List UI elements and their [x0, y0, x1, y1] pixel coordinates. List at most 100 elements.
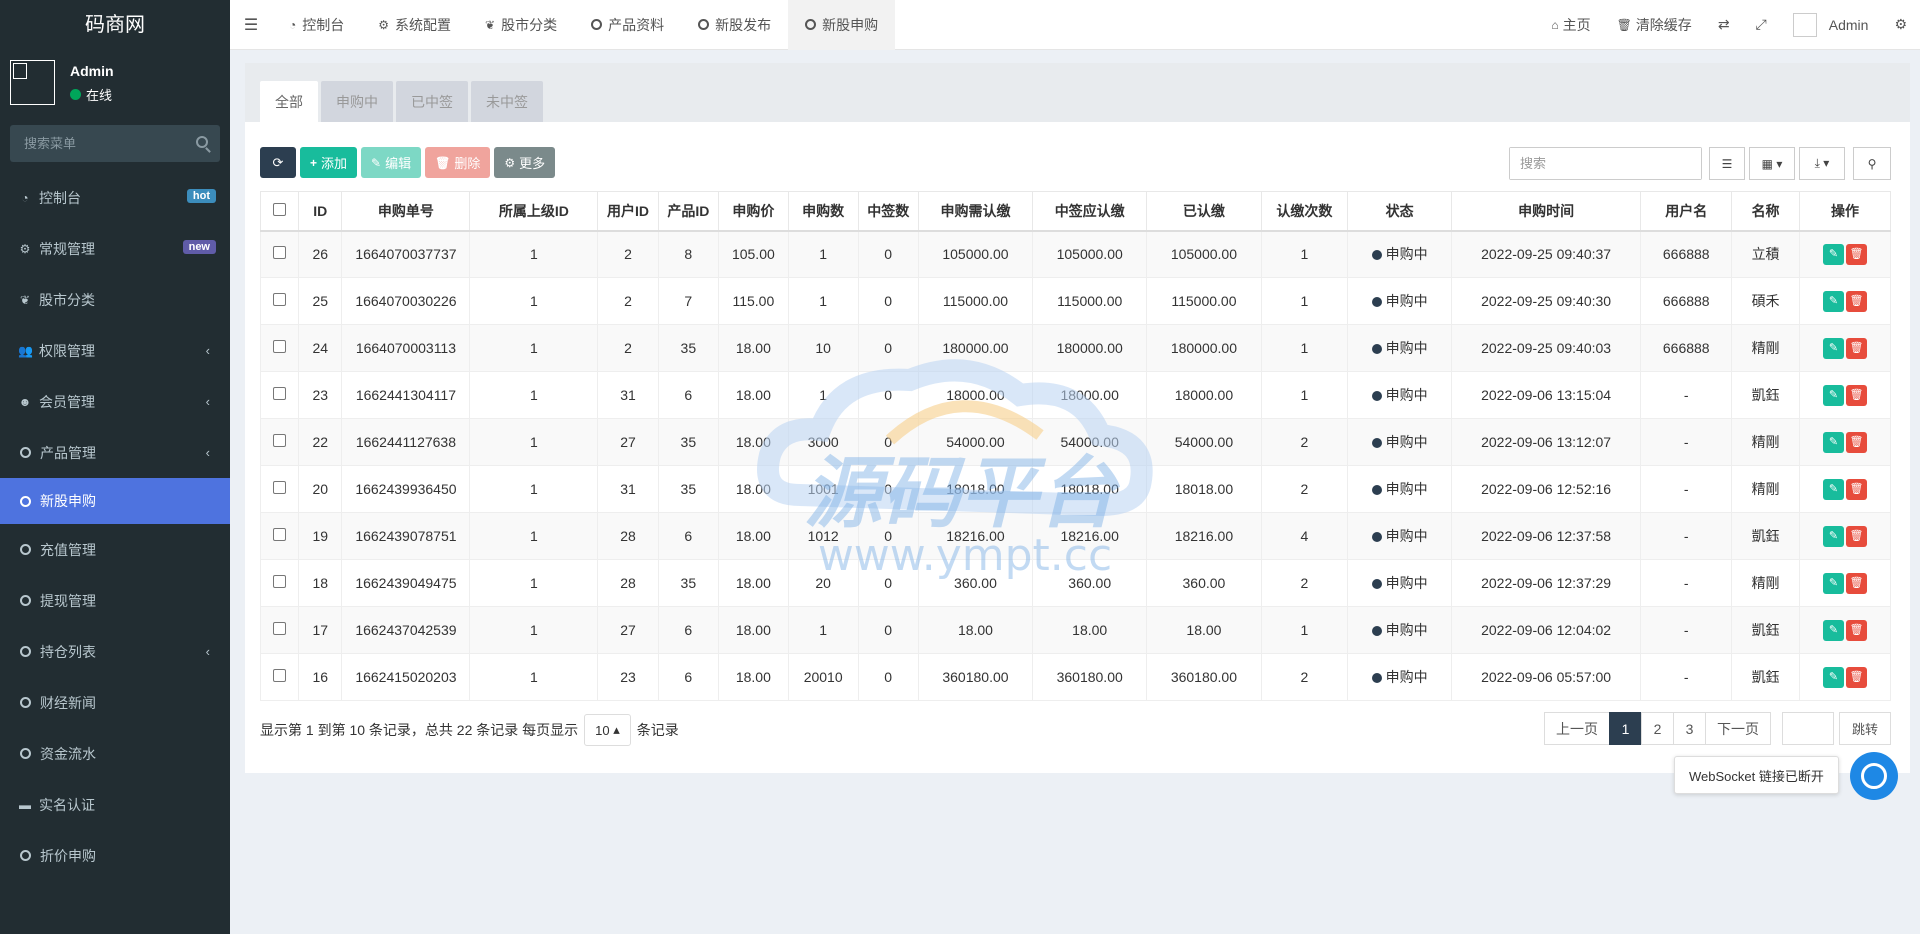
row-checkbox[interactable] — [273, 528, 287, 541]
columns-button[interactable]: ▦ ▾ — [1749, 147, 1795, 180]
admin-menu[interactable]: Admin — [1780, 12, 1882, 37]
header-tab-0[interactable]: ◔ 控制台 — [272, 0, 361, 50]
table-row[interactable]: 16 1662415020203 1 23 6 18.00 20010 0 360180.00 3… — [259, 653, 1892, 701]
row-delete-button[interactable]: 🗑 — [1845, 384, 1867, 406]
sidebar-search-input[interactable] — [10, 125, 220, 162]
sidebar-item-6[interactable]: 新股申购 — [0, 478, 230, 524]
status-tab-0[interactable]: 全部 — [260, 81, 318, 122]
export-button[interactable]: ⤓ ▾ — [1799, 147, 1845, 180]
column-header[interactable]: 用户ID — [597, 191, 659, 232]
column-header[interactable]: 申购需认缴 — [917, 191, 1034, 232]
column-header[interactable]: 申购时间 — [1450, 191, 1642, 232]
column-header[interactable]: 已认缴 — [1146, 191, 1262, 232]
row-checkbox[interactable] — [273, 622, 287, 635]
row-edit-button[interactable]: ✎ — [1822, 525, 1844, 547]
row-edit-button[interactable]: ✎ — [1822, 619, 1844, 641]
column-header[interactable]: 申购数 — [787, 191, 859, 232]
sidebar-item-9[interactable]: 持仓列表 ‹ — [0, 626, 230, 677]
sidebar-item-11[interactable]: 资金流水 — [0, 728, 230, 779]
column-header[interactable]: 中签应认缴 — [1032, 191, 1148, 232]
sidebar-item-13[interactable]: 折价申购 — [0, 830, 230, 881]
column-header[interactable]: ID — [298, 191, 343, 232]
translate-icon[interactable]: ⇄ — [1705, 16, 1743, 33]
edit-button[interactable]: ✎ 编辑 — [361, 147, 422, 178]
row-edit-button[interactable]: ✎ — [1822, 431, 1844, 453]
sidebar-item-12[interactable]: ▬ 实名认证 — [0, 779, 230, 830]
delete-button[interactable]: 🗑 删除 — [425, 147, 491, 178]
header-tab-5[interactable]: 新股申购 — [788, 0, 896, 50]
row-edit-button[interactable]: ✎ — [1822, 666, 1844, 688]
row-edit-button[interactable]: ✎ — [1822, 243, 1844, 265]
row-checkbox[interactable] — [273, 387, 287, 400]
table-search-input[interactable] — [1510, 148, 1701, 179]
app-logo[interactable]: 码商网 — [0, 0, 230, 50]
table-row[interactable]: 17 1662437042539 1 27 6 18.00 1 0 18.00 18.00 18.0… — [259, 606, 1892, 654]
sidebar-item-7[interactable]: 充值管理 — [0, 524, 230, 575]
settings-gear-icon[interactable]: ⚙ — [1881, 16, 1920, 33]
refresh-button[interactable]: ⟳ — [260, 147, 296, 178]
column-header[interactable]: 状态 — [1347, 191, 1452, 232]
sidebar-item-0[interactable]: ◔ 控制台 hot — [0, 172, 230, 223]
sidebar-item-1[interactable]: ⚙ 常规管理 new — [0, 223, 230, 274]
next-page-button[interactable]: 下一页 — [1705, 712, 1771, 745]
sidebar-item-3[interactable]: 👥 权限管理 ‹ — [0, 325, 230, 376]
fullscreen-icon[interactable]: ⤢ — [1743, 16, 1780, 33]
row-delete-button[interactable]: 🗑 — [1845, 525, 1867, 547]
column-header[interactable]: 名称 — [1731, 191, 1800, 232]
jump-button[interactable]: 跳转 — [1839, 712, 1891, 745]
page-size-select[interactable]: 10 ▴ — [584, 714, 631, 746]
search-icon[interactable] — [196, 136, 208, 148]
more-button[interactable]: ⚙ 更多 — [494, 147, 556, 178]
chat-bubble-icon[interactable] — [1850, 752, 1898, 800]
row-edit-button[interactable]: ✎ — [1822, 572, 1844, 594]
status-tab-1[interactable]: 申购中 — [321, 81, 393, 122]
prev-page-button[interactable]: 上一页 — [1544, 712, 1610, 745]
status-tab-3[interactable]: 未中签 — [471, 81, 543, 122]
table-row[interactable]: 20 1662439936450 1 31 35 18.00 1001 0 18018.00 18… — [259, 465, 1892, 513]
sidebar-item-2[interactable]: ❦ 股市分类 — [0, 274, 230, 325]
page-button-1[interactable]: 1 — [1609, 712, 1642, 745]
header-tab-1[interactable]: ⚙ 系统配置 — [361, 0, 468, 50]
sidebar-item-10[interactable]: 财经新闻 — [0, 677, 230, 728]
advanced-search-button[interactable]: ⚲ — [1853, 147, 1891, 180]
toggle-view-button[interactable]: ☰ — [1709, 147, 1745, 180]
row-delete-button[interactable]: 🗑 — [1845, 666, 1867, 688]
column-header[interactable]: 所属上级ID — [469, 191, 599, 232]
clear-cache-link[interactable]: 🗑 清除缓存 — [1604, 15, 1705, 35]
row-delete-button[interactable]: 🗑 — [1845, 243, 1867, 265]
header-tab-2[interactable]: ❦ 股市分类 — [468, 0, 574, 50]
row-checkbox[interactable] — [273, 246, 287, 260]
status-tab-2[interactable]: 已中签 — [396, 81, 468, 122]
row-checkbox[interactable] — [273, 481, 287, 494]
row-delete-button[interactable]: 🗑 — [1845, 619, 1867, 641]
row-delete-button[interactable]: 🗑 — [1845, 431, 1867, 453]
column-header[interactable]: 申购单号 — [341, 191, 471, 232]
row-edit-button[interactable]: ✎ — [1822, 478, 1844, 500]
header-tab-4[interactable]: 新股发布 — [681, 0, 788, 50]
page-button-2[interactable]: 2 — [1641, 712, 1674, 745]
table-row[interactable]: 23 1662441304117 1 31 6 18.00 1 0 18000.00 18000.… — [259, 371, 1892, 419]
table-row[interactable]: 25 1664070030226 1 2 7 115.00 1 0 115000.00 11500… — [259, 277, 1892, 325]
row-delete-button[interactable]: 🗑 — [1845, 572, 1867, 594]
jump-page-input[interactable] — [1782, 712, 1834, 745]
select-all-header[interactable] — [259, 191, 300, 232]
row-checkbox[interactable] — [273, 669, 287, 682]
table-row[interactable]: 24 1664070003113 1 2 35 18.00 10 0 180000.00 1800… — [259, 324, 1892, 372]
page-button-3[interactable]: 3 — [1673, 712, 1706, 745]
row-checkbox[interactable] — [273, 340, 287, 353]
row-checkbox[interactable] — [273, 575, 287, 588]
sidebar-item-8[interactable]: 提现管理 — [0, 575, 230, 626]
row-edit-button[interactable]: ✎ — [1822, 337, 1844, 359]
header-tab-3[interactable]: 产品资料 — [574, 0, 681, 50]
table-row[interactable]: 22 1662441127638 1 27 35 18.00 3000 0 54000.00 54… — [259, 418, 1892, 466]
sidebar-item-4[interactable]: ☻ 会员管理 ‹ — [0, 376, 230, 427]
table-row[interactable]: 18 1662439049475 1 28 35 18.00 20 0 360.00 360.00… — [259, 559, 1892, 607]
row-edit-button[interactable]: ✎ — [1822, 290, 1844, 312]
row-edit-button[interactable]: ✎ — [1822, 384, 1844, 406]
table-row[interactable]: 19 1662439078751 1 28 6 18.00 1012 0 18216.00 182… — [259, 512, 1892, 560]
row-delete-button[interactable]: 🗑 — [1845, 290, 1867, 312]
column-header[interactable]: 申购价 — [717, 191, 789, 232]
row-delete-button[interactable]: 🗑 — [1845, 337, 1867, 359]
select-all-checkbox[interactable] — [273, 202, 287, 216]
column-header[interactable]: 认缴次数 — [1260, 191, 1349, 232]
